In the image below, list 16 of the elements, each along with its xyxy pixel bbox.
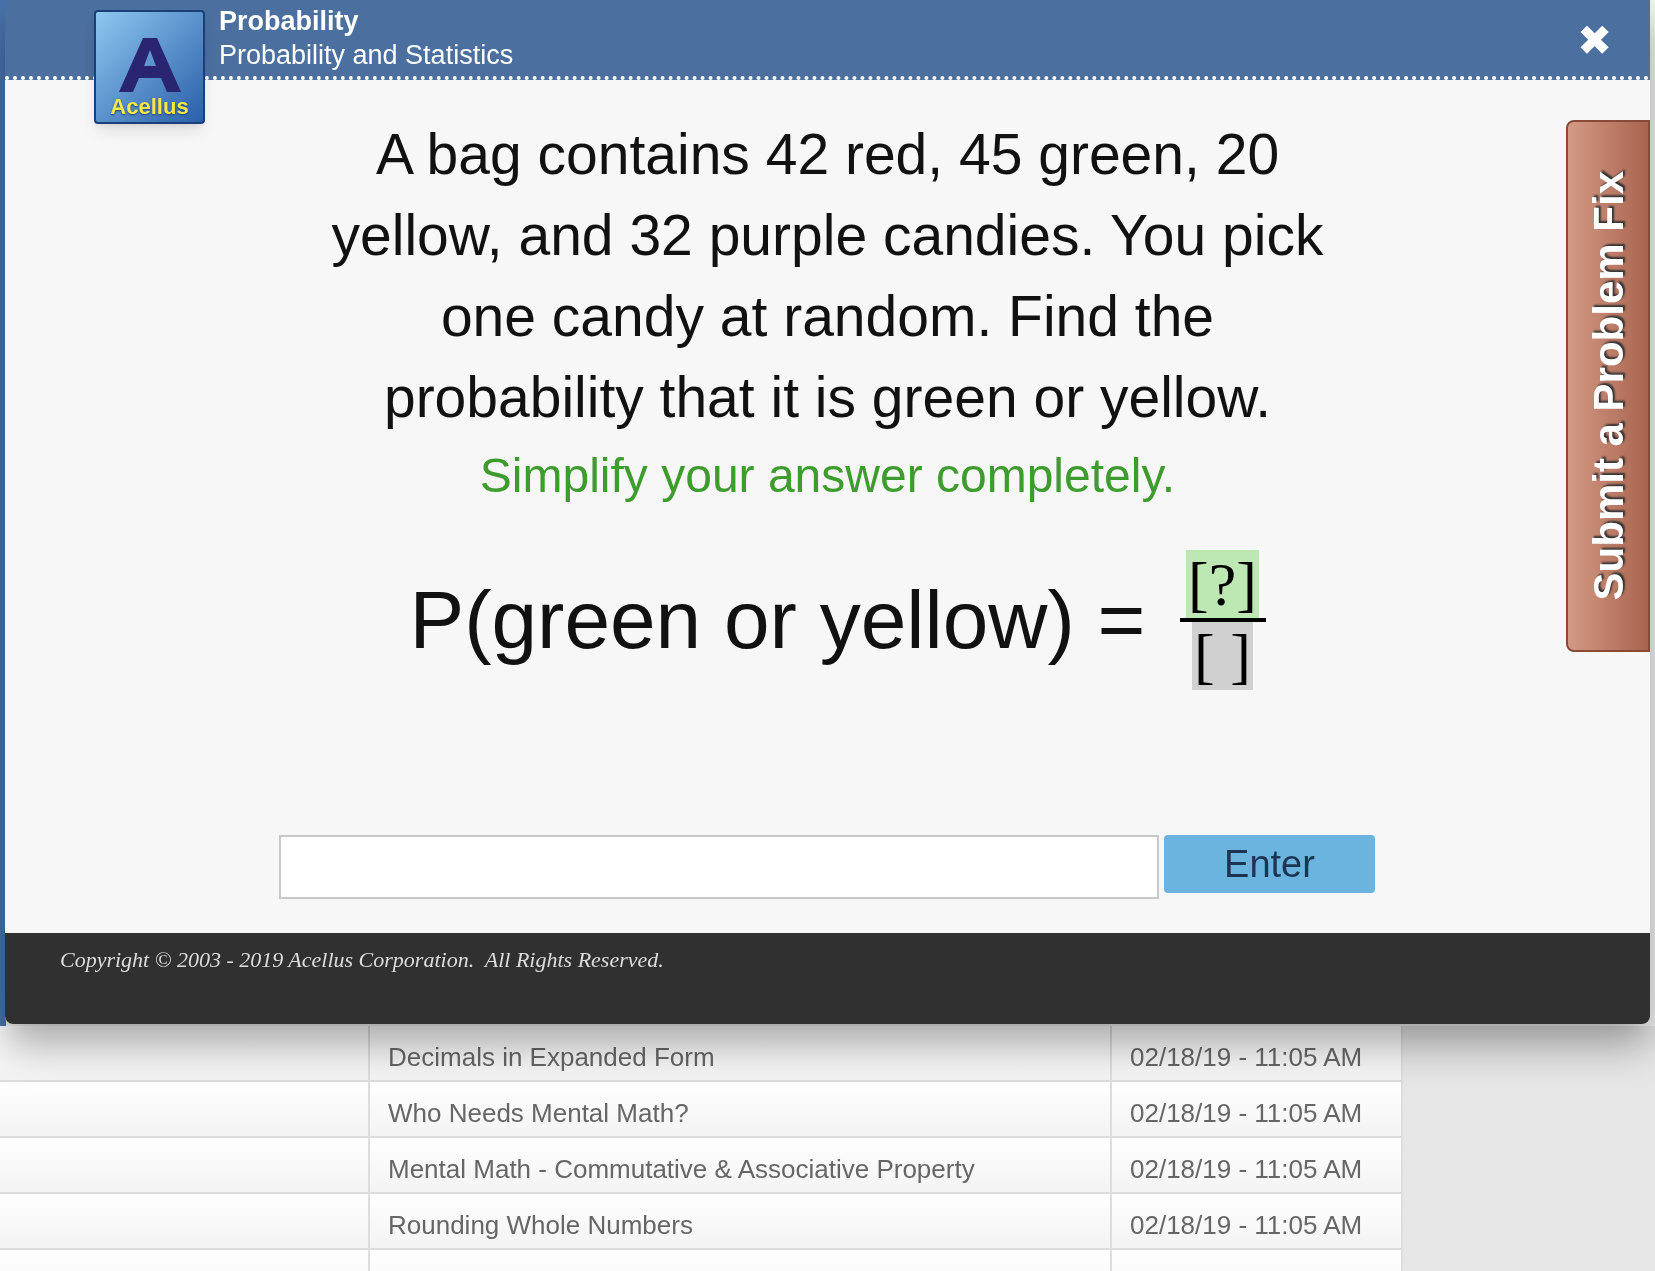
numerator-answer-box[interactable]: [?]: [1186, 550, 1259, 618]
lesson-name-cell: Decimals in Expanded Form: [370, 1026, 1112, 1080]
enter-button[interactable]: Enter: [1164, 835, 1375, 893]
lesson-name-cell: Rounding Whole Numbers: [370, 1194, 1112, 1248]
lesson-name-cell: Mental Math - Commutative & Associative Property: [370, 1138, 1112, 1192]
denominator-answer-box[interactable]: [ ]: [1192, 622, 1253, 690]
copyright-text: Copyright © 2003 - 2019 Acellus Corporation. All Rights Reserved.: [60, 947, 664, 972]
submit-problem-fix-tab[interactable]: Submit a Problem Fix: [1566, 120, 1650, 652]
question-text: A bag contains 42 red, 45 green, 20 yellow, and 32 purple candies. You pick one candy at random. Find the probability that it is green or yellow.: [330, 121, 1325, 431]
answer-input-field[interactable]: [279, 835, 1159, 899]
lesson-title: Probability: [219, 5, 360, 38]
instruction-text: Simplify your answer completely.: [479, 448, 1176, 504]
logo-text: Acellus: [110, 96, 189, 118]
lesson-name-cell: Who Needs Mental Math?: [370, 1082, 1112, 1136]
course-subtitle: Probability and Statistics: [219, 39, 514, 72]
close-button[interactable]: ✖: [1577, 20, 1612, 62]
